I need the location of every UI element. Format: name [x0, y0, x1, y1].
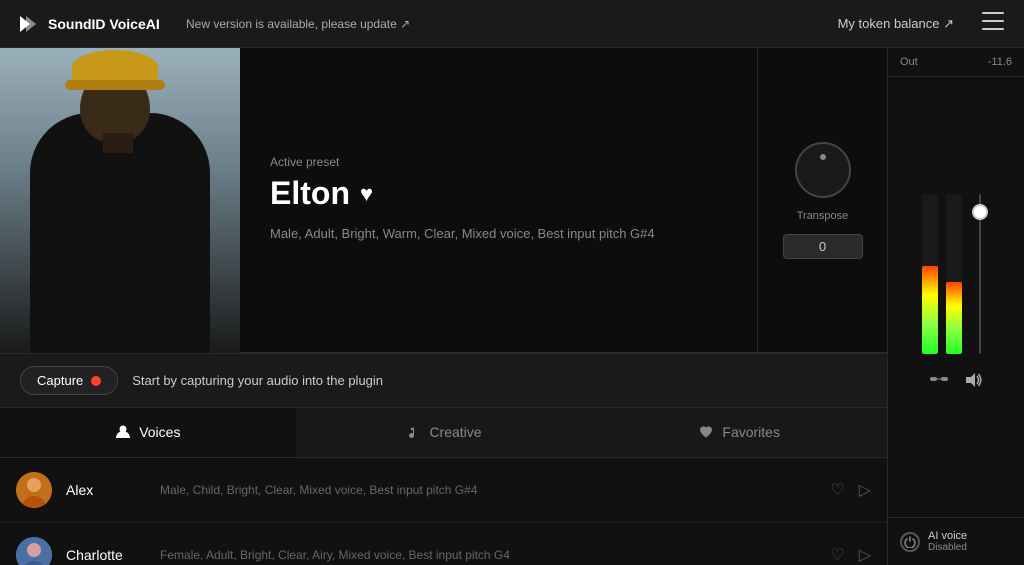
vu-controls [930, 364, 982, 401]
logo-icon [16, 12, 40, 36]
voice-actions-alex: ♡ ▷ [830, 480, 871, 500]
link-svg [930, 373, 948, 385]
voice-name-charlotte: Charlotte [66, 547, 146, 563]
out-label: Out -11.6 [888, 48, 1024, 77]
header: SoundID VoiceAI New version is available… [0, 0, 1024, 48]
ai-voice-power-button[interactable] [900, 532, 920, 552]
voice-actions-charlotte: ♡ ▷ [830, 545, 871, 565]
capture-bar: Capture Start by capturing your audio in… [0, 353, 887, 408]
tab-creative[interactable]: Creative [296, 408, 592, 457]
ai-voice-section: AI voice Disabled [888, 517, 1024, 565]
avatar-charlotte [16, 537, 52, 565]
link-icon[interactable] [930, 372, 948, 393]
voice-item-charlotte[interactable]: Charlotte Female, Adult, Bright, Clear, … [0, 523, 887, 565]
vu-fill-left [922, 266, 938, 354]
vu-bars [922, 194, 990, 354]
vu-bar-right [946, 194, 962, 354]
menu-button[interactable] [978, 8, 1008, 39]
transpose-knob[interactable] [795, 142, 851, 198]
tabs: Voices Creative Favorites [0, 408, 887, 458]
ai-voice-label: AI voice [928, 530, 967, 542]
favorite-alex-button[interactable]: ♡ [830, 480, 844, 500]
ai-voice-info: AI voice Disabled [928, 530, 967, 553]
out-text: Out [900, 56, 918, 68]
tab-creative-label: Creative [429, 424, 481, 440]
preset-tags: Male, Adult, Bright, Warm, Clear, Mixed … [270, 224, 727, 245]
update-notice[interactable]: New version is available, please update … [186, 17, 838, 31]
vu-fill-right [946, 282, 962, 354]
transpose-value[interactable]: 0 [783, 234, 863, 259]
active-preset-label: Active preset [270, 155, 727, 169]
voice-list: Alex Male, Child, Bright, Clear, Mixed v… [0, 458, 887, 565]
capture-instruction: Start by capturing your audio into the p… [132, 373, 383, 388]
vu-meter-area [888, 77, 1024, 517]
preset-heart-icon[interactable]: ♥ [360, 181, 373, 207]
logo: SoundID VoiceAI [16, 12, 186, 36]
power-icon [904, 536, 916, 548]
vu-bar-left [922, 194, 938, 354]
capture-button-label: Capture [37, 373, 83, 388]
transpose-area: Transpose 0 [757, 48, 887, 352]
heart-tab-icon [698, 424, 714, 440]
hero-image [0, 48, 240, 353]
voice-tags-charlotte: Female, Adult, Bright, Clear, Airy, Mixe… [160, 548, 816, 562]
tab-favorites-label: Favorites [722, 424, 780, 440]
speaker-svg [964, 372, 982, 388]
hamburger-icon [982, 12, 1004, 30]
preset-name: Elton ♥ [270, 175, 727, 212]
tab-voices[interactable]: Voices [0, 408, 296, 457]
play-alex-button[interactable]: ▷ [859, 480, 871, 500]
left-panel: Active preset Elton ♥ Male, Adult, Brigh… [0, 48, 887, 565]
play-charlotte-button[interactable]: ▷ [859, 545, 871, 565]
tab-voices-label: Voices [139, 424, 180, 440]
token-balance-button[interactable]: My token balance ↗ [838, 16, 954, 32]
hero-info: Active preset Elton ♥ Male, Adult, Brigh… [240, 48, 757, 352]
tab-favorites[interactable]: Favorites [591, 408, 887, 457]
ai-voice-status: Disabled [928, 542, 967, 553]
hero-section: Active preset Elton ♥ Male, Adult, Brigh… [0, 48, 887, 353]
hat-brim [65, 80, 165, 90]
main-content: Active preset Elton ♥ Male, Adult, Brigh… [0, 48, 1024, 565]
avatar-alex [16, 472, 52, 508]
speaker-icon[interactable] [964, 372, 982, 393]
preset-name-text: Elton [270, 175, 350, 212]
volume-slider[interactable] [970, 194, 990, 354]
alex-avatar-img [16, 472, 52, 508]
favorite-charlotte-button[interactable]: ♡ [830, 545, 844, 565]
capture-dot [91, 376, 101, 386]
out-value: -11.6 [988, 56, 1012, 68]
person-icon [115, 424, 131, 440]
knob-dot [820, 154, 826, 160]
logo-text: SoundID VoiceAI [48, 16, 160, 32]
neck [103, 133, 133, 153]
capture-button[interactable]: Capture [20, 366, 118, 395]
voice-item-alex[interactable]: Alex Male, Child, Bright, Clear, Mixed v… [0, 458, 887, 523]
music-icon [405, 424, 421, 440]
right-panel: Out -11.6 [887, 48, 1024, 565]
transpose-label: Transpose [797, 210, 849, 222]
slider-thumb[interactable] [972, 204, 988, 220]
charlotte-avatar-img [16, 537, 52, 565]
voice-tags-alex: Male, Child, Bright, Clear, Mixed voice,… [160, 483, 816, 497]
voice-name-alex: Alex [66, 482, 146, 498]
